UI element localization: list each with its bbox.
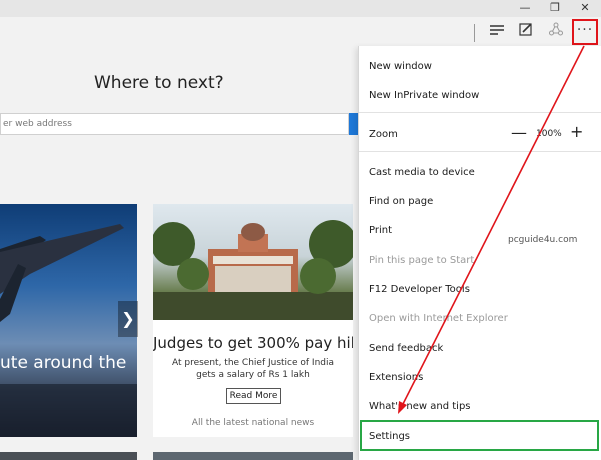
annotation-arrow (398, 45, 585, 414)
